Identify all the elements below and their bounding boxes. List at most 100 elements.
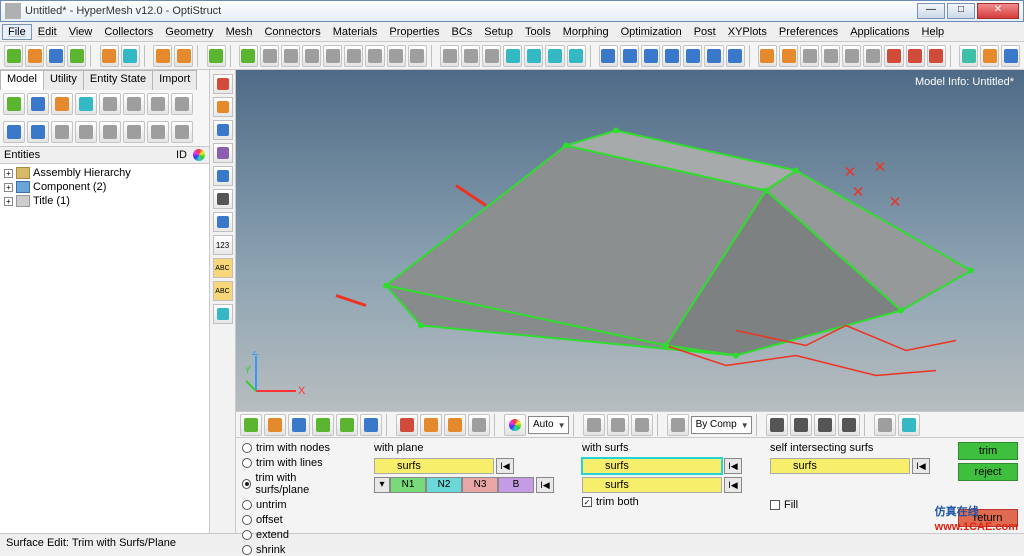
disp-line2-icon[interactable] — [607, 414, 629, 436]
tool-render1-icon[interactable] — [758, 45, 777, 67]
tool-win1-icon[interactable] — [599, 45, 618, 67]
tool-save-icon[interactable] — [46, 45, 65, 67]
disp-persp-icon[interactable] — [874, 414, 896, 436]
radio-trim-surfs[interactable]: trim with surfs/plane — [242, 472, 346, 496]
disp-line3-icon[interactable] — [631, 414, 653, 436]
tool-mesh2-icon[interactable] — [906, 45, 925, 67]
entity-tree[interactable]: + Assembly Hierarchy + Component (2) + T… — [0, 164, 209, 533]
tool-user-icon[interactable] — [153, 45, 172, 67]
tool-axis5-icon[interactable] — [344, 45, 363, 67]
tool-undo-icon[interactable] — [207, 45, 226, 67]
expand-icon[interactable]: + — [4, 197, 13, 206]
menu-geometry[interactable]: Geometry — [159, 24, 219, 40]
disp-color-icon[interactable] — [504, 414, 526, 436]
menu-collectors[interactable]: Collectors — [98, 24, 159, 40]
browser-btn5-icon[interactable] — [99, 93, 121, 115]
vtool-8-icon[interactable] — [213, 304, 233, 324]
vtool-1-icon[interactable] — [213, 74, 233, 94]
tree-row-assembly[interactable]: + Assembly Hierarchy — [4, 166, 205, 180]
disp-b6-icon[interactable] — [360, 414, 382, 436]
radio-trim-lines[interactable]: trim with lines — [242, 457, 346, 469]
tool-win7-icon[interactable] — [726, 45, 745, 67]
vtool-6-icon[interactable] — [213, 189, 233, 209]
disp-wire1-icon[interactable] — [766, 414, 788, 436]
vtool-123-icon[interactable]: 123 — [213, 235, 233, 255]
disp-screen-icon[interactable] — [898, 414, 920, 436]
vtool-abc2-icon[interactable]: ABC — [213, 281, 233, 301]
cell-n2[interactable]: N2 — [426, 477, 462, 493]
tool-ext3-icon[interactable] — [1001, 45, 1020, 67]
tab-entitystate[interactable]: Entity State — [83, 70, 153, 90]
tool-cube3-icon[interactable] — [863, 45, 882, 67]
expand-icon[interactable]: + — [4, 183, 13, 192]
tool-win4-icon[interactable] — [662, 45, 681, 67]
menu-mesh[interactable]: Mesh — [220, 24, 259, 40]
tool-rotate-icon[interactable] — [239, 45, 258, 67]
tool-new-icon[interactable] — [4, 45, 23, 67]
tool-pan3-icon[interactable] — [545, 45, 564, 67]
disp-wire2-icon[interactable] — [790, 414, 812, 436]
combo-bycomp[interactable]: By Comp — [691, 416, 752, 434]
switch2-icon[interactable]: I◀ — [536, 477, 554, 493]
menu-optimization[interactable]: Optimization — [615, 24, 688, 40]
vtool-3-icon[interactable] — [213, 120, 233, 140]
tool-mesh1-icon[interactable] — [884, 45, 903, 67]
disp-wire4-icon[interactable] — [838, 414, 860, 436]
tree-row-title[interactable]: + Title (1) — [4, 194, 205, 208]
tool-win6-icon[interactable] — [704, 45, 723, 67]
color-wheel-icon[interactable] — [193, 149, 205, 161]
tool-import-icon[interactable] — [67, 45, 86, 67]
cell-n1[interactable]: N1 — [390, 477, 426, 493]
disp-del-icon[interactable] — [396, 414, 418, 436]
cell-b[interactable]: B — [498, 477, 534, 493]
maximize-button[interactable]: □ — [947, 3, 975, 19]
tool-card-icon[interactable] — [121, 45, 140, 67]
tool-ext2-icon[interactable] — [980, 45, 999, 67]
browser-btn6-icon[interactable] — [123, 93, 145, 115]
disp-num-icon[interactable] — [444, 414, 466, 436]
menu-connectors[interactable]: Connectors — [258, 24, 326, 40]
tool-cube2-icon[interactable] — [842, 45, 861, 67]
tool-collector-icon[interactable] — [100, 45, 119, 67]
minimize-button[interactable]: — — [917, 3, 945, 19]
3d-viewport[interactable]: Model Info: Untitled* 1CAE.COM — [236, 70, 1024, 411]
tool-cube1-icon[interactable] — [821, 45, 840, 67]
menu-xyplots[interactable]: XYPlots — [722, 24, 773, 40]
menu-view[interactable]: View — [63, 24, 99, 40]
disp-b5-icon[interactable] — [336, 414, 358, 436]
browser-b10-icon[interactable] — [27, 121, 49, 143]
vtool-5-icon[interactable] — [213, 166, 233, 186]
tool-axis4-icon[interactable] — [323, 45, 342, 67]
switch5-icon[interactable]: I◀ — [912, 458, 930, 474]
browser-b14-icon[interactable] — [123, 121, 145, 143]
disp-b2-icon[interactable] — [264, 414, 286, 436]
close-button[interactable]: ✕ — [977, 3, 1019, 19]
reject-button[interactable]: reject — [958, 463, 1018, 481]
menu-file[interactable]: File — [2, 24, 32, 40]
menu-properties[interactable]: Properties — [383, 24, 445, 40]
browser-btn3-icon[interactable] — [51, 93, 73, 115]
vtool-2-icon[interactable] — [213, 97, 233, 117]
disp-q-icon[interactable] — [468, 414, 490, 436]
expand-icon[interactable]: + — [4, 169, 13, 178]
vtool-abc1-icon[interactable]: ABC — [213, 258, 233, 278]
tool-zoom-icon[interactable] — [440, 45, 459, 67]
menu-post[interactable]: Post — [688, 24, 722, 40]
cell-n3[interactable]: N3 — [462, 477, 498, 493]
with-surfs-selector1[interactable]: surfs — [582, 458, 722, 474]
radio-extend[interactable]: extend — [242, 529, 346, 541]
tool-user2-icon[interactable] — [174, 45, 193, 67]
with-plane-surfs-selector[interactable]: surfs — [374, 458, 494, 474]
menu-edit[interactable]: Edit — [32, 24, 63, 40]
trim-button[interactable]: trim — [958, 442, 1018, 460]
disp-b3-icon[interactable] — [288, 414, 310, 436]
radio-untrim[interactable]: untrim — [242, 499, 346, 511]
tool-zoombox-icon[interactable] — [461, 45, 480, 67]
browser-btn8-icon[interactable] — [171, 93, 193, 115]
disp-cube-icon[interactable] — [667, 414, 689, 436]
tool-axis8-icon[interactable] — [408, 45, 427, 67]
tool-render3-icon[interactable] — [800, 45, 819, 67]
browser-btn2-icon[interactable] — [27, 93, 49, 115]
plane-dropdown-icon[interactable]: ▾ — [374, 477, 390, 493]
tool-render2-icon[interactable] — [779, 45, 798, 67]
